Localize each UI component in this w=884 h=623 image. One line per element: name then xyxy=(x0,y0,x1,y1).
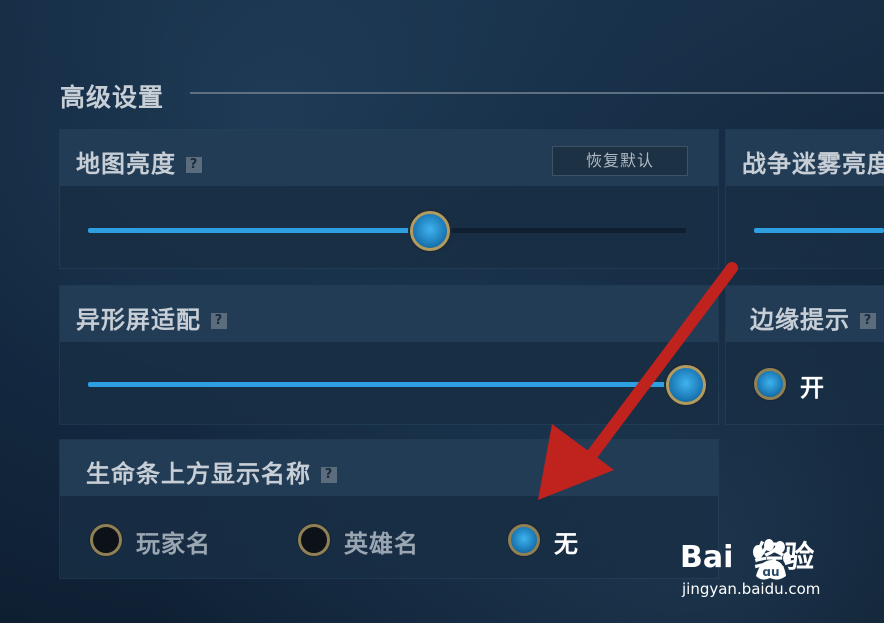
baidu-jingyan-watermark: Bai 经验 jingyan.baidu.com xyxy=(680,532,880,602)
annotation-arrow xyxy=(538,262,738,500)
watermark-logo: Bai 经验 xyxy=(680,540,815,575)
watermark-url: jingyan.baidu.com xyxy=(682,580,821,598)
